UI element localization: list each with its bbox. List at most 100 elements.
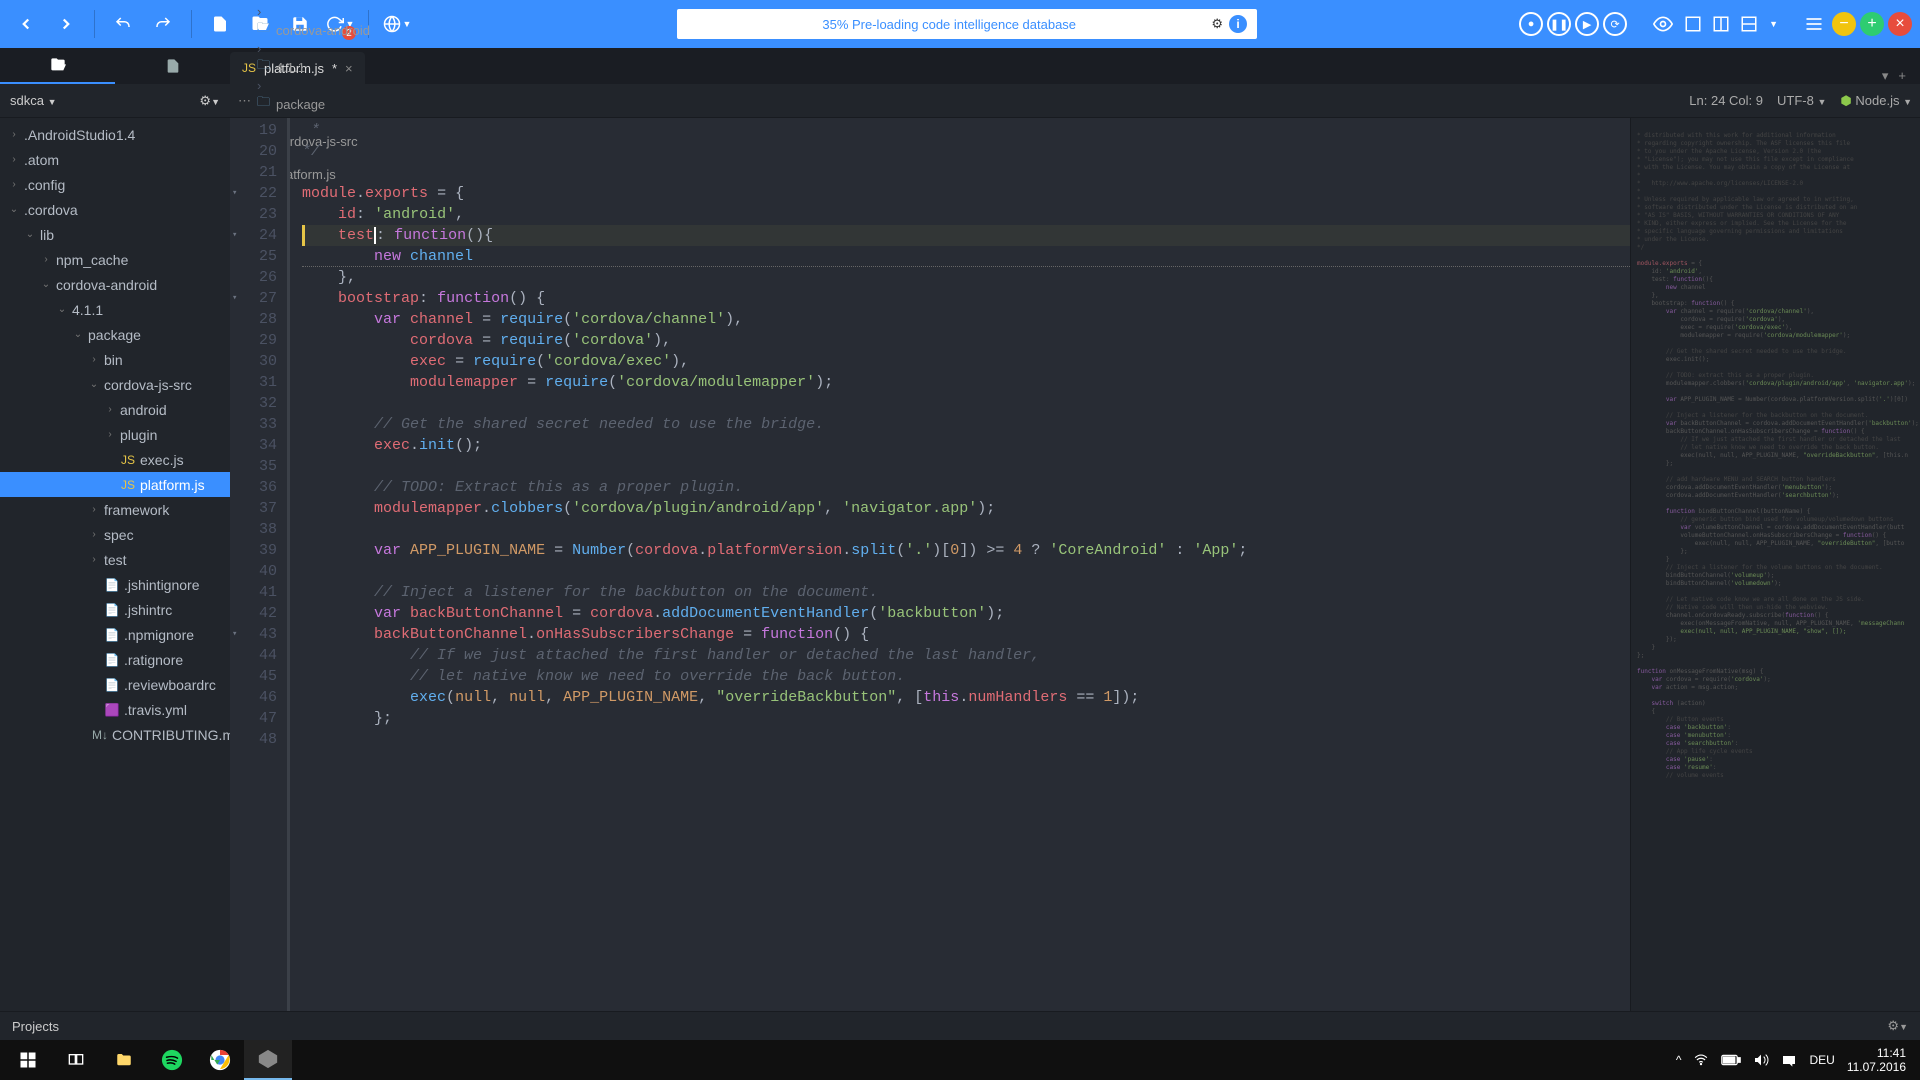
nav-forward-button[interactable]: [48, 6, 84, 42]
tree-item[interactable]: ⌄.cordova: [0, 197, 230, 222]
project-name[interactable]: sdkca: [10, 93, 44, 108]
file-icon: 📄: [104, 653, 120, 667]
projects-label[interactable]: Projects: [12, 1019, 59, 1034]
start-button[interactable]: [4, 1040, 52, 1080]
menu-icon[interactable]: [1800, 6, 1828, 42]
breadcrumb-item[interactable]: 🗀 package: [257, 93, 370, 115]
minimap[interactable]: * distributed with this work for additio…: [1630, 118, 1920, 1011]
tree-item[interactable]: ›android: [0, 397, 230, 422]
battery-icon[interactable]: [1721, 1054, 1741, 1066]
sidebar-tab-files[interactable]: [0, 48, 115, 84]
record-icon[interactable]: ●: [1519, 12, 1543, 36]
tree-item-label: .jshintrc: [124, 602, 172, 618]
wifi-icon[interactable]: [1693, 1053, 1709, 1067]
tree-item[interactable]: ⌄4.1.1: [0, 297, 230, 322]
tree-item[interactable]: ›npm_cache: [0, 247, 230, 272]
window-close-button[interactable]: ×: [1888, 12, 1912, 36]
tree-item[interactable]: ›framework: [0, 497, 230, 522]
sidebar-tab-document[interactable]: [115, 48, 230, 84]
notifications-icon[interactable]: [1781, 1052, 1797, 1068]
line-gutter[interactable]: 19202122▾2324▾252627▾2829303132333435363…: [230, 118, 290, 1011]
file-explorer-taskbar-icon[interactable]: [100, 1040, 148, 1080]
tree-item[interactable]: ⌄cordova-android: [0, 272, 230, 297]
encoding[interactable]: UTF-8: [1777, 93, 1814, 108]
chevron-icon: ›: [88, 554, 100, 565]
chevron-icon: ›: [40, 254, 52, 265]
projects-settings-icon[interactable]: ⚙▼: [1887, 1018, 1908, 1034]
tree-item[interactable]: ›plugin: [0, 422, 230, 447]
tree-item[interactable]: 📄.npmignore: [0, 622, 230, 647]
breadcrumb-item[interactable]: 🗀 4.1.1: [257, 56, 370, 78]
tray-chevron-icon[interactable]: ^: [1676, 1053, 1682, 1067]
layout-3-icon[interactable]: [1737, 6, 1761, 42]
spotify-taskbar-icon[interactable]: [148, 1040, 196, 1080]
task-view-button[interactable]: [52, 1040, 100, 1080]
tree-item[interactable]: ›.atom: [0, 147, 230, 172]
tree-item[interactable]: M↓CONTRIBUTING.md: [0, 722, 230, 747]
play-icon[interactable]: ▶: [1575, 12, 1599, 36]
tree-item[interactable]: ⌄cordova-js-src: [0, 372, 230, 397]
tree-item[interactable]: › .AndroidStudio1.4: [0, 122, 230, 147]
tree-item[interactable]: ⌄package: [0, 322, 230, 347]
cursor-position[interactable]: Ln: 24 Col: 9: [1689, 93, 1763, 108]
tab-add-icon[interactable]: +: [1898, 68, 1906, 84]
window-maximize-button[interactable]: +: [1860, 12, 1884, 36]
tree-item[interactable]: › .config: [0, 172, 230, 197]
volume-icon[interactable]: [1753, 1052, 1769, 1068]
tree-item-label: exec.js: [140, 452, 184, 468]
tree-item-label: .cordova: [24, 202, 78, 218]
language-mode[interactable]: Node.js: [1855, 93, 1899, 108]
tree-item-label: .npmignore: [124, 627, 194, 643]
file-tree: ›.AndroidStudio1.4›.atom›.config⌄.cordov…: [0, 118, 230, 1011]
tree-item-label: bin: [104, 352, 123, 368]
browser-button[interactable]: ▼: [379, 6, 415, 42]
info-icon[interactable]: i: [1229, 15, 1247, 33]
tree-item[interactable]: ⌄lib: [0, 222, 230, 247]
breadcrumb-root-icon[interactable]: ⋯: [238, 93, 251, 109]
tree-item[interactable]: 📄.jshintignore: [0, 572, 230, 597]
preview-icon[interactable]: [1649, 6, 1677, 42]
debug-icon[interactable]: ⟳: [1603, 12, 1627, 36]
chevron-icon: ›: [8, 154, 20, 165]
tree-item[interactable]: 📄.reviewboardrc: [0, 672, 230, 697]
chrome-taskbar-icon[interactable]: [196, 1040, 244, 1080]
chevron-icon: ›: [104, 404, 116, 415]
breadcrumb-item[interactable]: 🗀 cordova-android: [257, 19, 370, 41]
file-icon: JS: [120, 453, 136, 467]
tree-item[interactable]: ›bin: [0, 347, 230, 372]
ide-taskbar-icon[interactable]: [244, 1040, 292, 1080]
redo-button[interactable]: [145, 6, 181, 42]
tree-item[interactable]: JSplatform.js: [0, 472, 230, 497]
layout-1-icon[interactable]: [1681, 6, 1705, 42]
tree-item[interactable]: ›spec: [0, 522, 230, 547]
tree-item-label: .config: [24, 177, 65, 193]
chevron-icon: ›: [8, 129, 20, 140]
tree-item[interactable]: JS exec.js: [0, 447, 230, 472]
tree-item[interactable]: ›test: [0, 547, 230, 572]
tree-item[interactable]: 🟪.travis.yml: [0, 697, 230, 722]
chevron-icon: ⌄: [88, 379, 100, 390]
tree-item-label: package: [88, 327, 141, 343]
new-file-button[interactable]: [202, 6, 238, 42]
language-indicator[interactable]: DEU: [1809, 1053, 1834, 1067]
tab-options-icon[interactable]: ▾: [1882, 68, 1889, 84]
tree-item-label: plugin: [120, 427, 157, 443]
tree-item[interactable]: 📄 .ratignore: [0, 647, 230, 672]
chevron-icon: ⌄: [24, 229, 36, 240]
tree-item[interactable]: 📄.jshintrc: [0, 597, 230, 622]
chevron-icon: ›: [8, 179, 20, 190]
tree-item-label: .ratignore: [124, 652, 183, 668]
tree-item-label: .reviewboardrc: [124, 677, 216, 693]
tree-item-label: cordova-android: [56, 277, 157, 293]
window-minimize-button[interactable]: −: [1832, 12, 1856, 36]
search-box[interactable]: 35% Pre-loading code intelligence databa…: [677, 9, 1257, 39]
tree-item-label: .AndroidStudio1.4: [24, 127, 135, 143]
gear-icon[interactable]: ⚙: [1211, 16, 1223, 32]
sidebar-settings-icon[interactable]: ⚙▼: [199, 93, 220, 109]
undo-button[interactable]: [105, 6, 141, 42]
layout-2-icon[interactable]: [1709, 6, 1733, 42]
tree-item-label: 4.1.1: [72, 302, 103, 318]
pause-icon[interactable]: ❚❚: [1547, 12, 1571, 36]
clock[interactable]: 11:41 11.07.2016: [1847, 1046, 1906, 1074]
nav-back-button[interactable]: [8, 6, 44, 42]
